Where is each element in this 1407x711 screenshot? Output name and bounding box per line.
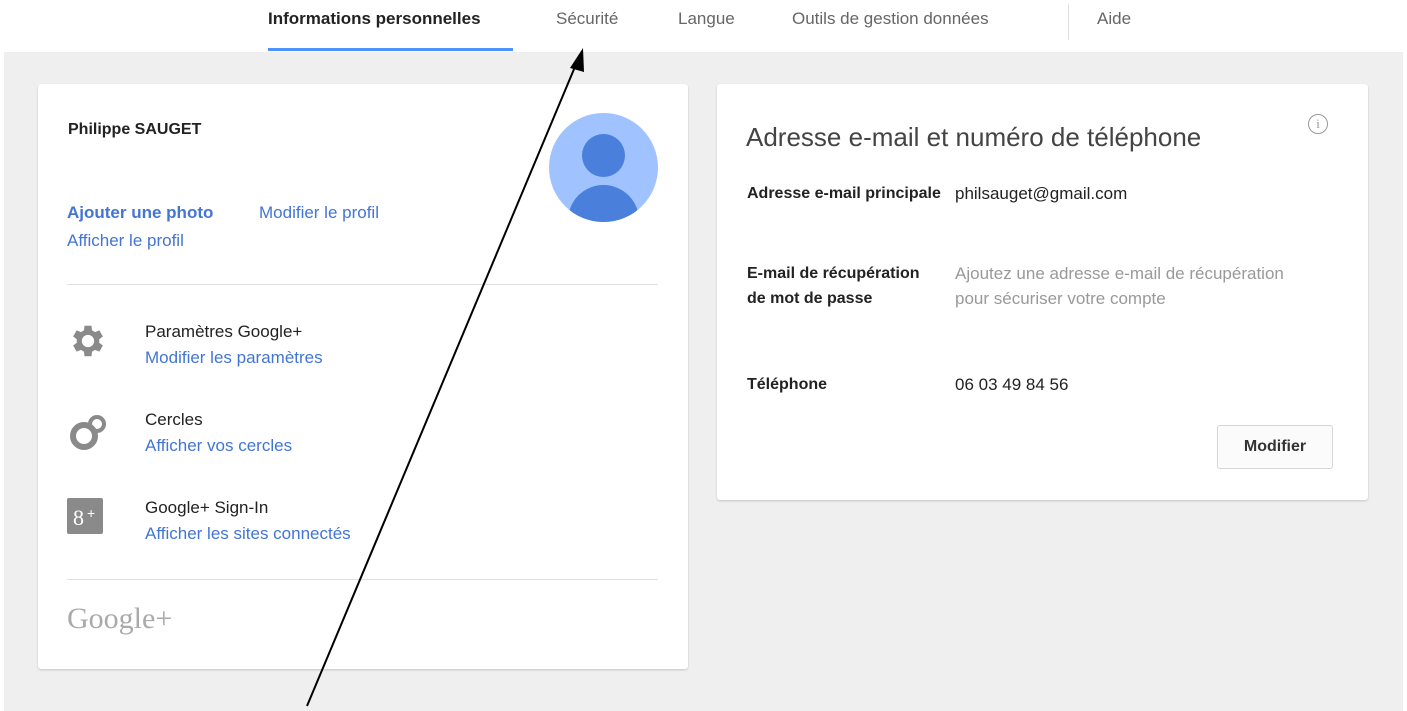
tab-outils-gestion-donnees[interactable]: Outils de gestion données — [792, 9, 989, 29]
gear-icon — [67, 320, 109, 362]
profile-card: Philippe SAUGET Ajouter une photo Modifi… — [38, 84, 688, 669]
phone-value: 06 03 49 84 56 — [955, 375, 1069, 394]
edit-profile-link[interactable]: Modifier le profil — [259, 203, 379, 223]
tab-langue[interactable]: Langue — [678, 9, 735, 29]
google-plus-icon: 8 + — [67, 498, 109, 540]
primary-email-value: philsauget@gmail.com — [955, 184, 1128, 203]
divider — [67, 579, 658, 580]
avatar-head — [582, 134, 625, 177]
svg-text:8: 8 — [73, 505, 84, 530]
edit-settings-link[interactable]: Modifier les paramètres — [145, 348, 323, 368]
active-tab-indicator — [268, 48, 513, 51]
google-plus-settings-title: Paramètres Google+ — [145, 322, 303, 341]
top-navigation: Informations personnelles Sécurité Langu… — [0, 0, 1407, 52]
tab-informations-personnelles[interactable]: Informations personnelles — [268, 9, 481, 29]
circles-title: Cercles — [145, 410, 203, 429]
phone-label: Téléphone — [747, 376, 828, 393]
contact-card-title: Adresse e-mail et numéro de téléphone — [746, 122, 1202, 152]
recovery-email-value[interactable]: Ajoutez une adresse e-mail de récupérati… — [955, 261, 1285, 311]
person-avatar-icon[interactable] — [549, 113, 658, 222]
primary-email-label: Adresse e-mail principale — [747, 185, 941, 202]
view-circles-link[interactable]: Afficher vos cercles — [145, 436, 292, 456]
circles-icon — [67, 411, 109, 453]
edit-contact-button[interactable]: Modifier — [1217, 425, 1333, 469]
profile-name: Philippe SAUGET — [68, 121, 202, 138]
add-photo-link[interactable]: Ajouter une photo — [67, 203, 213, 223]
page: Informations personnelles Sécurité Langu… — [0, 0, 1407, 711]
tab-aide[interactable]: Aide — [1097, 9, 1131, 29]
google-plus-logo: Google+ — [67, 602, 173, 635]
view-profile-link[interactable]: Afficher le profil — [67, 231, 184, 251]
view-connected-sites-link[interactable]: Afficher les sites connectés — [145, 524, 351, 544]
tab-securite[interactable]: Sécurité — [556, 9, 618, 29]
svg-text:+: + — [87, 505, 95, 521]
divider — [67, 284, 658, 285]
nav-divider — [1068, 4, 1069, 40]
info-icon[interactable]: i — [1308, 114, 1328, 134]
google-plus-sign-in-title: Google+ Sign-In — [145, 498, 269, 517]
avatar-body — [568, 185, 639, 222]
contact-card: Adresse e-mail et numéro de téléphone i … — [717, 84, 1368, 500]
recovery-email-label: E-mail de récupération de mot de passe — [747, 265, 920, 307]
